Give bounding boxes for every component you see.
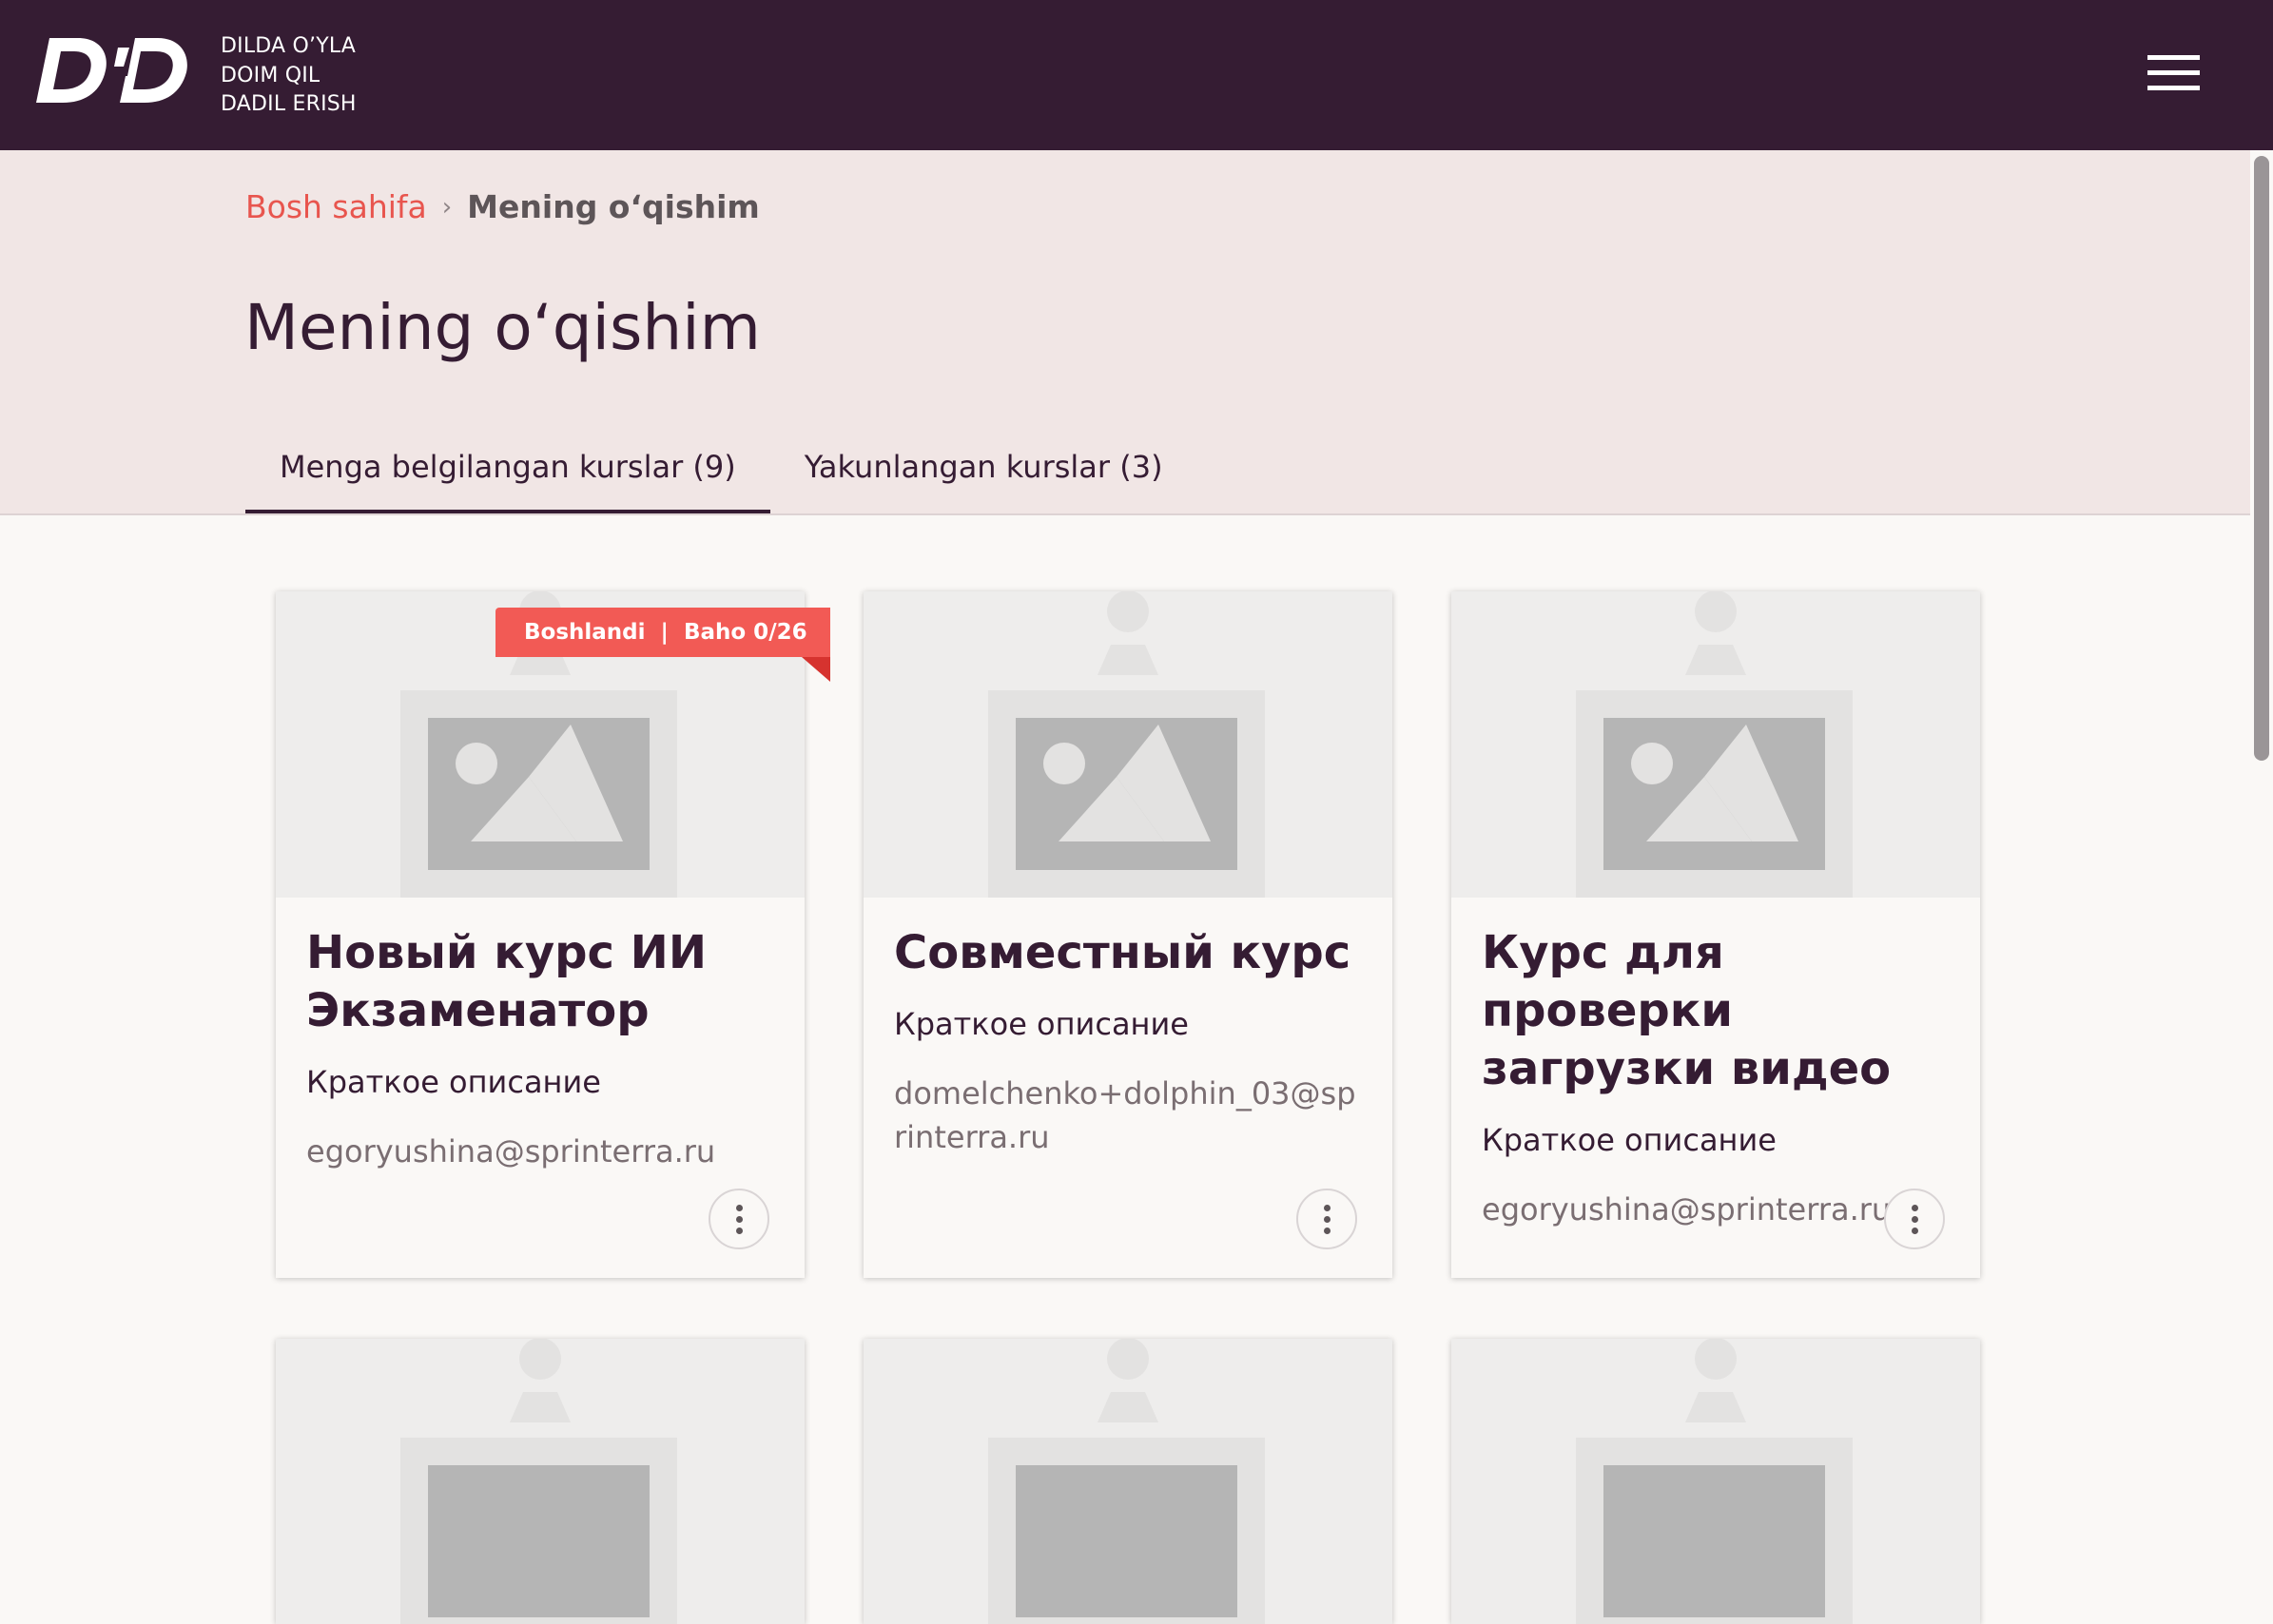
image-placeholder-icon: [1576, 591, 1853, 898]
menu-bar: [2147, 70, 2200, 75]
course-card[interactable]: Курс для проверки загрузки видео Краткое…: [1451, 591, 1980, 1278]
dot: [1324, 1216, 1331, 1223]
more-options-icon[interactable]: [709, 1189, 769, 1249]
course-card[interactable]: [864, 1339, 1392, 1624]
course-image-placeholder: [276, 1339, 805, 1624]
card-body: Курс для проверки загрузки видео Краткое…: [1451, 898, 1980, 1231]
top-header: DILDA O’YLA DOIM QIL DADIL ERISH: [0, 0, 2273, 150]
logo[interactable]: [36, 38, 192, 109]
dot: [736, 1205, 743, 1211]
status-badge: Boshlandi | Baho 0/26: [495, 608, 830, 657]
image-placeholder-icon: [988, 591, 1265, 898]
dot: [736, 1228, 743, 1234]
ddd-logo-icon: [36, 38, 187, 103]
dot: [1324, 1228, 1331, 1234]
course-description: Краткое описание: [894, 1006, 1189, 1042]
course-author: domelchenko+dolphin_03@sprinterra.ru: [894, 1075, 1356, 1155]
breadcrumb-home-link[interactable]: Bosh sahifa: [245, 188, 427, 225]
course-author: egoryushina@sprinterra.ru: [306, 1133, 716, 1170]
course-image-placeholder: [1451, 1339, 1980, 1624]
image-placeholder-icon: [1576, 1339, 1853, 1624]
chevron-right-icon: ›: [441, 192, 453, 222]
tagline-line-2: DOIM QIL: [221, 63, 321, 87]
image-placeholder-icon: [988, 1339, 1265, 1624]
dot: [1912, 1216, 1918, 1223]
course-title[interactable]: Совместный курс: [894, 924, 1362, 982]
breadcrumb-current: Mening o‘qishim: [467, 188, 760, 225]
hamburger-menu-icon[interactable]: [2147, 53, 2205, 95]
scrollbar-thumb[interactable]: [2254, 156, 2269, 761]
logo-tagline: DILDA O’YLA DOIM QIL DADIL ERISH: [221, 32, 357, 120]
menu-bar: [2147, 55, 2200, 60]
course-card[interactable]: Совместный курс Краткое описание domelch…: [864, 591, 1392, 1278]
tab-completed-courses[interactable]: Yakunlangan kurslar (3): [770, 430, 1197, 513]
course-image-placeholder: [1451, 591, 1980, 898]
course-description: Краткое описание: [1482, 1122, 1777, 1158]
course-card[interactable]: Новый курс ИИ Экзаменатор Краткое описан…: [276, 591, 805, 1278]
course-title[interactable]: Новый курс ИИ Экзаменатор: [306, 924, 774, 1040]
page-hero: Bosh sahifa › Mening o‘qishim Mening o‘q…: [0, 150, 2273, 515]
tagline-line-1: DILDA O’YLA: [221, 34, 357, 58]
image-placeholder-icon: [400, 1339, 677, 1624]
menu-bar: [2147, 86, 2200, 90]
page-title: Mening o‘qishim: [244, 291, 761, 364]
course-title[interactable]: Курс для проверки загрузки видео: [1482, 924, 1950, 1098]
card-body: Новый курс ИИ Экзаменатор Краткое описан…: [276, 898, 805, 1173]
course-card[interactable]: [1451, 1339, 1980, 1624]
ribbon-fold: [802, 657, 830, 682]
dot: [1912, 1228, 1918, 1234]
dot: [1324, 1205, 1331, 1211]
dot: [1912, 1205, 1918, 1211]
course-description: Краткое описание: [306, 1064, 601, 1100]
tagline-line-3: DADIL ERISH: [221, 92, 357, 116]
course-image-placeholder: [864, 1339, 1392, 1624]
course-card[interactable]: [276, 1339, 805, 1624]
course-author: egoryushina@sprinterra.ru: [1482, 1191, 1892, 1228]
breadcrumb: Bosh sahifa › Mening o‘qishim: [245, 188, 760, 225]
card-body: Совместный курс Краткое описание domelch…: [864, 898, 1392, 1159]
course-tabs: Menga belgilangan kurslar (9) Yakunlanga…: [245, 430, 1197, 513]
dot: [736, 1216, 743, 1223]
tab-assigned-courses[interactable]: Menga belgilangan kurslar (9): [245, 430, 770, 513]
more-options-icon[interactable]: [1884, 1189, 1945, 1249]
course-image-placeholder: [864, 591, 1392, 898]
more-options-icon[interactable]: [1296, 1189, 1357, 1249]
